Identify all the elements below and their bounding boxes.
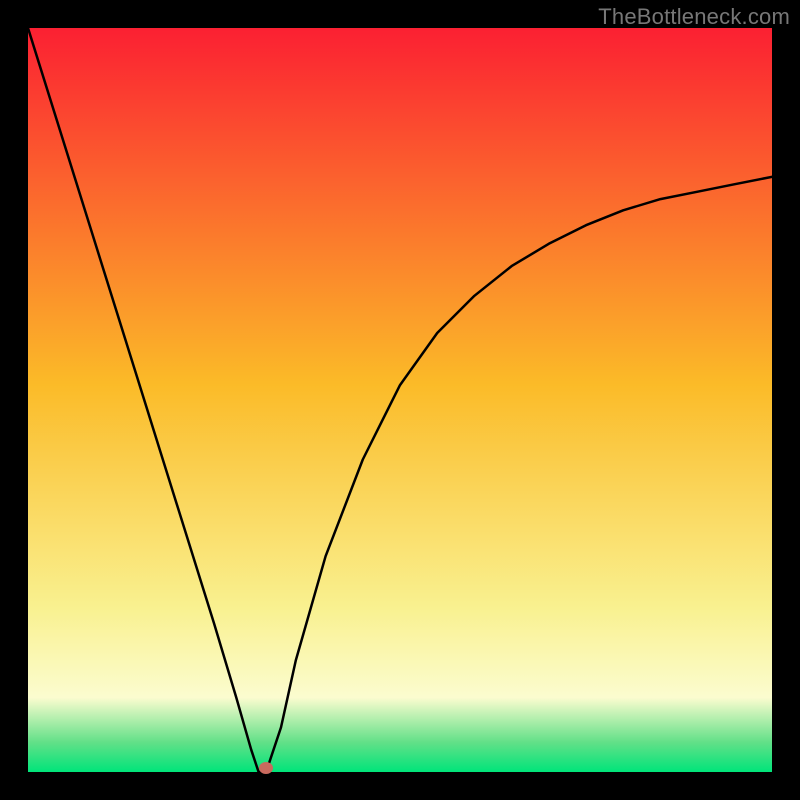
optimal-point-marker xyxy=(259,762,273,774)
bottleneck-curve xyxy=(28,28,772,772)
watermark-label: TheBottleneck.com xyxy=(598,4,790,30)
curve-layer xyxy=(28,28,772,772)
chart-frame xyxy=(28,28,772,772)
